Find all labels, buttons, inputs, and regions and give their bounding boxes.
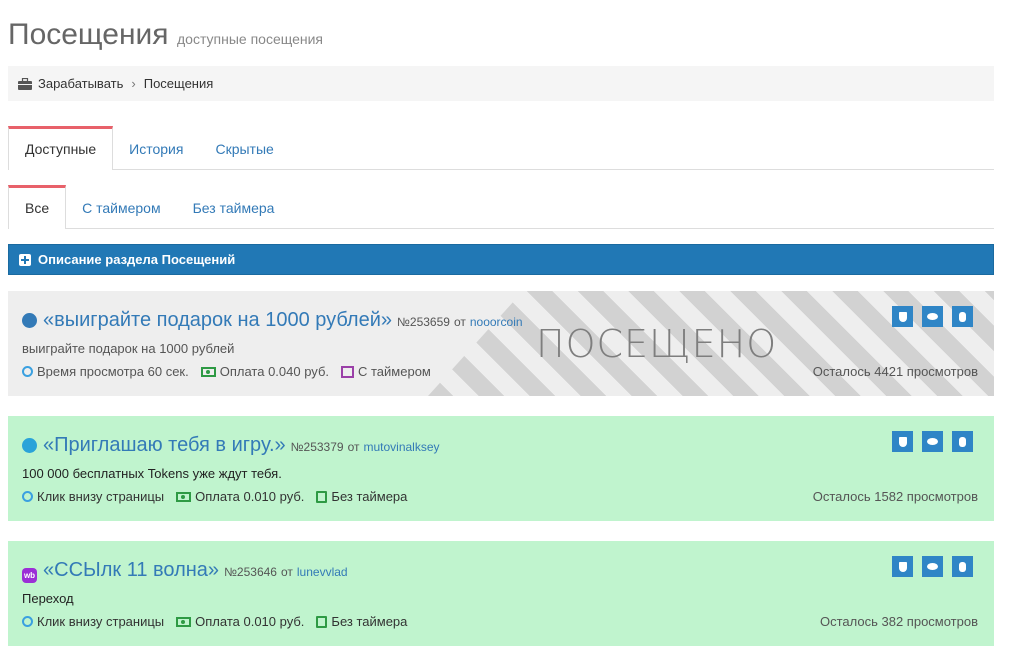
tab-with-timer[interactable]: С таймером — [66, 185, 176, 228]
visit-type: Клик внизу страницы — [22, 489, 164, 504]
film-icon — [341, 365, 354, 378]
visit-meta: Время просмотра 60 сек. Оплата 0.040 руб… — [22, 364, 443, 379]
bug-icon[interactable] — [952, 306, 973, 327]
globe-icon — [22, 313, 37, 328]
tab-all[interactable]: Все — [8, 185, 67, 229]
visit-timer: Без таймера — [316, 614, 407, 629]
visit-card: wb «ССЫлк 11 волна» №253646 от lunevvlad… — [8, 541, 994, 646]
hide-eye-icon[interactable] — [922, 431, 943, 452]
visit-pay-text: Оплата 0.040 руб. — [219, 364, 329, 379]
visit-number: №253379 — [290, 440, 344, 454]
visit-card-header: «выиграйте подарок на 1000 рублей» №2536… — [22, 309, 523, 332]
breadcrumb: Зарабатывать › Посещения — [8, 66, 994, 101]
visit-description: выиграйте подарок на 1000 рублей — [22, 341, 235, 356]
visit-pay: Оплата 0.010 руб. — [176, 614, 304, 629]
visit-by-label: от — [347, 440, 360, 454]
visit-number: №253659 — [397, 315, 450, 329]
visit-timer-text: С таймером — [358, 364, 431, 379]
shield-icon[interactable] — [892, 431, 913, 452]
note-icon — [316, 615, 328, 628]
page-title: Посещения — [8, 18, 169, 51]
visit-remaining: Осталось 1582 просмотров — [812, 489, 978, 504]
page-subtitle: доступные посещения — [177, 31, 324, 47]
clock-icon — [22, 366, 33, 377]
visit-type: Время просмотра 60 сек. — [22, 364, 189, 379]
tab-history[interactable]: История — [113, 126, 199, 169]
clock-icon — [22, 616, 33, 627]
section-description-label: Описание раздела Посещений — [38, 252, 236, 267]
visit-timer-text: Без таймера — [331, 489, 408, 504]
visit-card: «Приглашаю тебя в игру.» №253379 от muto… — [8, 416, 994, 521]
visit-description: Переход — [22, 591, 74, 606]
visit-type-text: Время просмотра 60 сек. — [37, 364, 189, 379]
visit-pay-text: Оплата 0.010 руб. — [195, 614, 305, 629]
visit-description: 100 000 бесплатных Tokens уже ждут тебя. — [22, 466, 282, 481]
visit-author-link[interactable]: nooorcoin — [470, 315, 523, 329]
visit-type: Клик внизу страницы — [22, 614, 164, 629]
visit-title-link[interactable]: «ССЫлк 11 волна» — [43, 559, 219, 582]
wb-icon: wb — [22, 568, 37, 583]
visit-number: №253646 — [224, 565, 277, 579]
visit-actions — [883, 306, 973, 327]
visit-actions — [883, 431, 973, 452]
breadcrumb-separator-icon: › — [131, 76, 136, 91]
hide-eye-icon[interactable] — [922, 556, 943, 577]
visit-timer-text: Без таймера — [331, 614, 408, 629]
money-icon — [176, 491, 192, 502]
money-icon — [200, 366, 216, 377]
visit-pay: Оплата 0.040 руб. — [200, 364, 329, 379]
main-tabs: Доступные История Скрытые — [8, 126, 994, 170]
tab-without-timer[interactable]: Без таймера — [177, 185, 291, 228]
section-description-toggle[interactable]: Описание раздела Посещений — [8, 244, 994, 275]
bug-icon[interactable] — [952, 556, 973, 577]
briefcase-icon — [18, 77, 32, 90]
plus-square-icon — [19, 253, 31, 266]
visit-author-link[interactable]: mutovinalksey — [363, 440, 439, 454]
tab-hidden[interactable]: Скрытые — [199, 126, 289, 169]
visit-type-text: Клик внизу страницы — [37, 614, 165, 629]
visit-type-text: Клик внизу страницы — [37, 489, 165, 504]
page-header: Посещения доступные посещения — [8, 18, 323, 52]
telegram-icon — [22, 438, 37, 453]
visit-title-link[interactable]: «выиграйте подарок на 1000 рублей» — [43, 309, 392, 332]
visit-pay-text: Оплата 0.010 руб. — [195, 489, 305, 504]
visit-by-label: от — [280, 565, 293, 579]
breadcrumb-earn-link[interactable]: Зарабатывать — [38, 76, 123, 91]
shield-icon[interactable] — [892, 556, 913, 577]
visited-status-label: ПОСЕЩЕНО — [536, 322, 778, 366]
breadcrumb-current: Посещения — [143, 76, 214, 91]
visit-actions — [883, 556, 973, 577]
visit-card-header: wb «ССЫлк 11 волна» №253646 от lunevvlad — [22, 559, 348, 583]
money-icon — [176, 616, 192, 627]
visit-meta: Клик внизу страницы Оплата 0.010 руб. Бе… — [22, 614, 419, 629]
visit-title-link[interactable]: «Приглашаю тебя в игру.» — [43, 434, 286, 457]
visit-timer: Без таймера — [316, 489, 407, 504]
visit-by-label: от — [453, 315, 466, 329]
visit-author-link[interactable]: lunevvlad — [297, 565, 348, 579]
visit-card-header: «Приглашаю тебя в игру.» №253379 от muto… — [22, 434, 440, 457]
filter-tabs: Все С таймером Без таймера — [8, 185, 994, 229]
shield-icon[interactable] — [892, 306, 913, 327]
visit-remaining: Осталось 4421 просмотров — [812, 364, 978, 379]
visit-pay: Оплата 0.010 руб. — [176, 489, 304, 504]
note-icon — [316, 490, 328, 503]
visit-remaining: Осталось 382 просмотров — [820, 614, 978, 629]
hide-eye-icon[interactable] — [922, 306, 943, 327]
tab-available[interactable]: Доступные — [8, 126, 114, 170]
visit-meta: Клик внизу страницы Оплата 0.010 руб. Бе… — [22, 489, 419, 504]
clock-icon — [22, 491, 33, 502]
visit-card: ПОСЕЩЕНО «выиграйте подарок на 1000 рубл… — [8, 291, 994, 396]
bug-icon[interactable] — [952, 431, 973, 452]
visit-timer: С таймером — [341, 364, 431, 379]
